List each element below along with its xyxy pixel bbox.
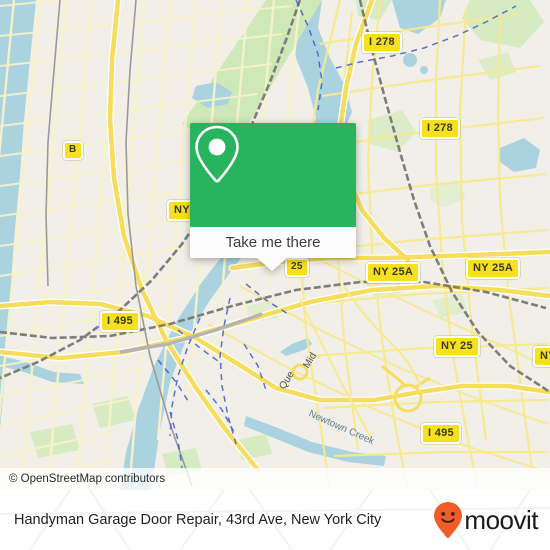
highway-shield[interactable]: NY 25A — [366, 262, 421, 283]
attribution-text[interactable]: © OpenStreetMap contributors — [0, 473, 165, 485]
highway-shield[interactable]: 25 — [285, 258, 309, 277]
take-me-there-label: Take me there — [225, 234, 321, 251]
take-me-there-button[interactable]: Take me there — [190, 227, 356, 258]
page-footer: Handyman Garage Door Repair, 43rd Ave, N… — [0, 490, 550, 550]
map-canvas[interactable]: I 278 I 278 B NY NY 25A NY 25A I 495 NY … — [0, 0, 550, 490]
moovit-pin-icon — [434, 502, 463, 538]
map-attribution: © OpenStreetMap contributors — [0, 468, 550, 490]
callout-tail — [257, 258, 287, 271]
highway-shield[interactable]: I 278 — [420, 118, 460, 139]
callout-header — [190, 123, 356, 227]
location-callout[interactable]: Take me there — [190, 123, 356, 271]
highway-shield[interactable]: NY 25A — [466, 258, 521, 279]
map-pin-icon — [195, 125, 239, 183]
highway-shield[interactable]: I 495 — [100, 311, 140, 332]
moovit-wordmark: moovit — [464, 505, 538, 535]
highway-shield[interactable]: NY — [533, 346, 550, 367]
highway-shield[interactable]: I 278 — [362, 32, 402, 53]
page-title: Handyman Garage Door Repair, 43rd Ave, N… — [14, 512, 382, 528]
highway-shield[interactable]: B — [63, 141, 83, 160]
highway-shield[interactable]: NY 25 — [434, 336, 480, 357]
highway-shield[interactable]: I 495 — [421, 423, 461, 444]
moovit-logo[interactable]: moovit — [433, 501, 550, 539]
map-page: I 278 I 278 B NY NY 25A NY 25A I 495 NY … — [0, 0, 550, 550]
